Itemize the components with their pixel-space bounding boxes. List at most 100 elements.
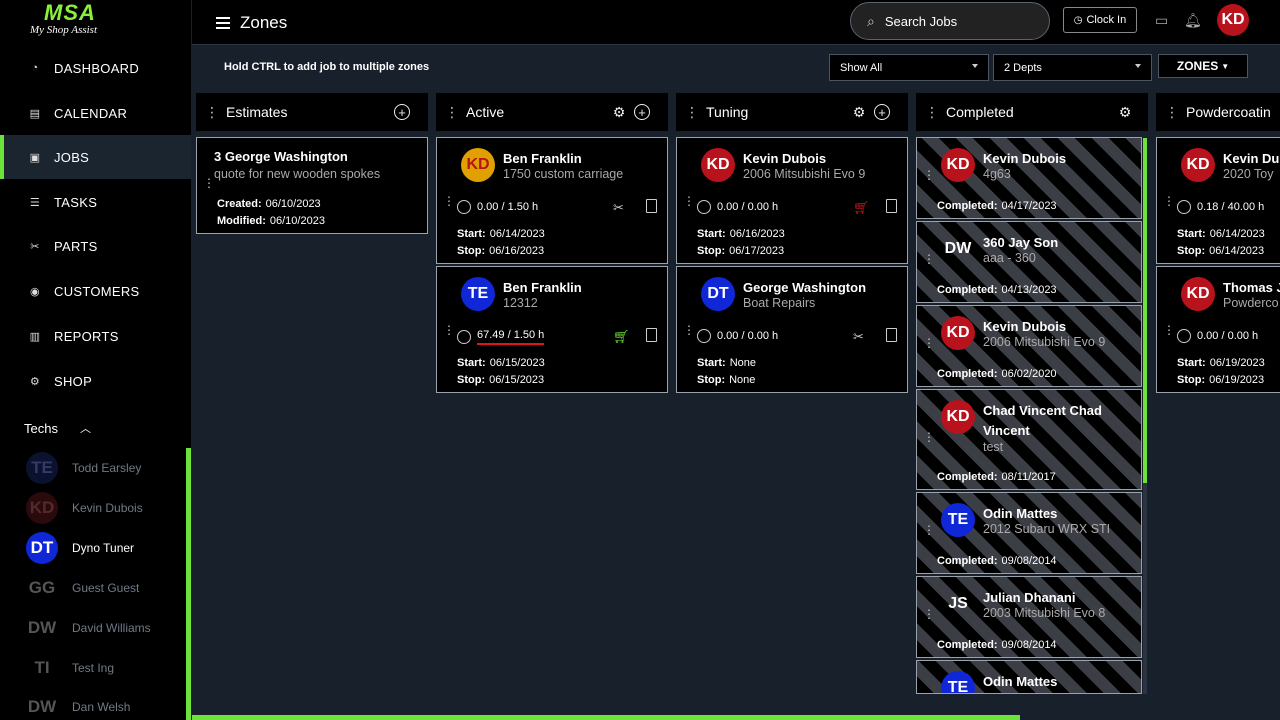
nav-label: JOBS: [54, 149, 90, 165]
kebab-icon[interactable]: ⋮: [923, 252, 935, 266]
search-input[interactable]: ⌕ Search Jobs: [850, 2, 1050, 40]
zones-button[interactable]: ZONES ▼: [1158, 54, 1248, 78]
sidebar-scrollbar[interactable]: [186, 448, 191, 720]
stop-label: Stop:: [457, 374, 486, 386]
techs-toggle[interactable]: Techs ︿: [24, 420, 91, 436]
kebab-icon[interactable]: ⋮: [1163, 323, 1175, 337]
column-scrollbar[interactable]: [1143, 138, 1147, 483]
tech-item[interactable]: DT Dyno Tuner: [26, 532, 134, 564]
gear-icon[interactable]: ⚙: [851, 104, 867, 120]
kebab-icon[interactable]: ⋮: [922, 104, 942, 121]
completed-label: Completed:: [937, 200, 998, 212]
tech-item[interactable]: DW David Williams: [26, 612, 151, 644]
chart-icon: ▥: [29, 330, 41, 343]
nav-tasks[interactable]: ☰ TASKS: [0, 180, 191, 224]
job-card[interactable]: ⋮ KD Kevin Dubois 4g63 Completed: 04/17/2…: [916, 137, 1142, 219]
horizontal-scrollbar[interactable]: [192, 715, 1020, 720]
nav-jobs[interactable]: ▣ JOBS: [0, 135, 191, 179]
job-card[interactable]: ⋮ DT George Washington Boat Repairs 0.00…: [676, 266, 908, 393]
kebab-icon[interactable]: ⋮: [923, 523, 935, 537]
tools-icon[interactable]: ✂: [853, 329, 864, 345]
filter-select[interactable]: Show All: [829, 54, 989, 81]
tools-icon[interactable]: ✂: [613, 200, 624, 216]
stop-date: 06/15/2023: [489, 374, 545, 386]
timer-icon[interactable]: [1177, 200, 1191, 214]
gear-icon[interactable]: ⚙: [611, 104, 627, 120]
start-label: Start:: [1177, 357, 1206, 369]
menu-icon[interactable]: [216, 17, 230, 29]
completed-row: Completed: 06/02/2020: [937, 368, 1057, 380]
timer-icon[interactable]: [1177, 329, 1191, 343]
job-card[interactable]: ⋮ JS Julian Dhanani 2003 Mitsubishi Evo …: [916, 576, 1142, 658]
cart-icon[interactable]: 🛒︎: [613, 329, 630, 345]
stop-row: Stop: 06/19/2023: [1177, 374, 1264, 386]
nav-customers[interactable]: ◉ CUSTOMERS: [0, 269, 191, 313]
stop-label: Stop:: [697, 245, 726, 257]
column-header-estimates: ⋮ Estimates +: [196, 93, 428, 131]
document-icon[interactable]: [886, 199, 897, 213]
kebab-icon[interactable]: ⋮: [683, 194, 695, 208]
job-card[interactable]: ⋮ TE Odin Mattes 2012 Subaru WRX STI Com…: [916, 492, 1142, 574]
clock-in-button[interactable]: ◷ Clock In: [1063, 7, 1137, 33]
tech-item[interactable]: TI Test Ing: [26, 652, 114, 684]
chat-icon[interactable]: ▭: [1155, 12, 1168, 29]
nav-reports[interactable]: ▥ REPORTS: [0, 314, 191, 358]
kebab-icon[interactable]: ⋮: [1162, 104, 1182, 121]
document-icon[interactable]: [886, 328, 897, 342]
document-icon[interactable]: [646, 199, 657, 213]
job-card[interactable]: ⋮ KD Ben Franklin 1750 custom carriage 0…: [436, 137, 668, 264]
tech-avatar: KD: [26, 492, 58, 524]
kebab-icon[interactable]: ⋮: [442, 104, 462, 121]
kebab-icon[interactable]: ⋮: [682, 104, 702, 121]
tech-item[interactable]: GG Guest Guest: [26, 572, 140, 604]
kebab-icon[interactable]: ⋮: [923, 430, 935, 444]
timer-icon[interactable]: [697, 329, 711, 343]
kebab-icon[interactable]: ⋮: [1163, 194, 1175, 208]
tech-item[interactable]: DW Dan Welsh: [26, 691, 131, 720]
nav-shop[interactable]: ⚙ SHOP: [0, 359, 191, 403]
tech-item[interactable]: TE Todd Earsley: [26, 452, 141, 484]
completed-date: 04/17/2023: [1001, 200, 1057, 212]
kebab-icon[interactable]: ⋮: [923, 607, 935, 621]
job-card[interactable]: ⋮ KD Chad Vincent Chad Vincent test Comp…: [916, 389, 1142, 490]
user-avatar[interactable]: KD: [1217, 4, 1249, 36]
kebab-icon[interactable]: ⋮: [202, 104, 222, 121]
job-card[interactable]: ⋮ KD Kevin Du 2020 Toy 0.18 / 40.00 h St…: [1156, 137, 1280, 264]
timer-icon[interactable]: [697, 200, 711, 214]
customer-name: Odin Mattes: [983, 674, 1058, 689]
created-label: Created:: [217, 198, 262, 210]
document-icon[interactable]: [646, 328, 657, 342]
job-card[interactable]: ⋮ DW 360 Jay Son aaa - 360 Completed: 04/…: [916, 221, 1142, 303]
job-card[interactable]: ⋮ 3 George Washington quote for new wood…: [196, 137, 428, 234]
gear-icon[interactable]: ⚙: [1117, 104, 1133, 120]
nav-label: REPORTS: [54, 328, 119, 344]
cart-icon[interactable]: 🛒︎: [853, 200, 870, 216]
sidebar: MSA My Shop Assist ◔ DASHBOARD ▤ CALENDAR …: [0, 0, 191, 720]
job-card[interactable]: ⋮ KD Kevin Dubois 2006 Mitsubishi Evo 9 …: [676, 137, 908, 264]
timer-icon[interactable]: [457, 200, 471, 214]
job-card[interactable]: TE Odin Mattes: [916, 660, 1142, 694]
nav-dashboard[interactable]: ◔ DASHBOARD: [0, 46, 191, 90]
kebab-icon[interactable]: ⋮: [923, 168, 935, 182]
bell-icon[interactable]: 🔔︎: [1184, 12, 1202, 29]
job-card[interactable]: ⋮ TE Ben Franklin 12312 67.49 / 1.50 h 🛒…: [436, 266, 668, 393]
departments-select[interactable]: 2 Depts: [993, 54, 1152, 81]
kebab-icon[interactable]: ⋮: [923, 336, 935, 350]
vehicle-description: 2020 Toy: [1223, 167, 1274, 181]
job-card[interactable]: ⋮ KD Kevin Dubois 2006 Mitsubishi Evo 9 …: [916, 305, 1142, 387]
nav-parts[interactable]: ✂ PARTS: [0, 224, 191, 268]
add-icon[interactable]: +: [634, 104, 650, 120]
nav-calendar[interactable]: ▤ CALENDAR: [0, 91, 191, 135]
add-icon[interactable]: +: [394, 104, 410, 120]
kebab-icon[interactable]: ⋮: [443, 194, 455, 208]
stop-date: 06/19/2023: [1209, 374, 1265, 386]
tech-item[interactable]: KD Kevin Dubois: [26, 492, 143, 524]
tech-avatar: TE: [26, 452, 58, 484]
timer-icon[interactable]: [457, 330, 471, 344]
msa-logo[interactable]: MSA My Shop Assist: [30, 0, 150, 38]
job-card[interactable]: ⋮ KD Thomas J Powderco 0.00 / 0.00 h Sta…: [1156, 266, 1280, 393]
kebab-icon[interactable]: ⋮: [683, 323, 695, 337]
search-icon: ⌕: [867, 12, 875, 29]
add-icon[interactable]: +: [874, 104, 890, 120]
kebab-icon[interactable]: ⋮: [443, 323, 455, 337]
